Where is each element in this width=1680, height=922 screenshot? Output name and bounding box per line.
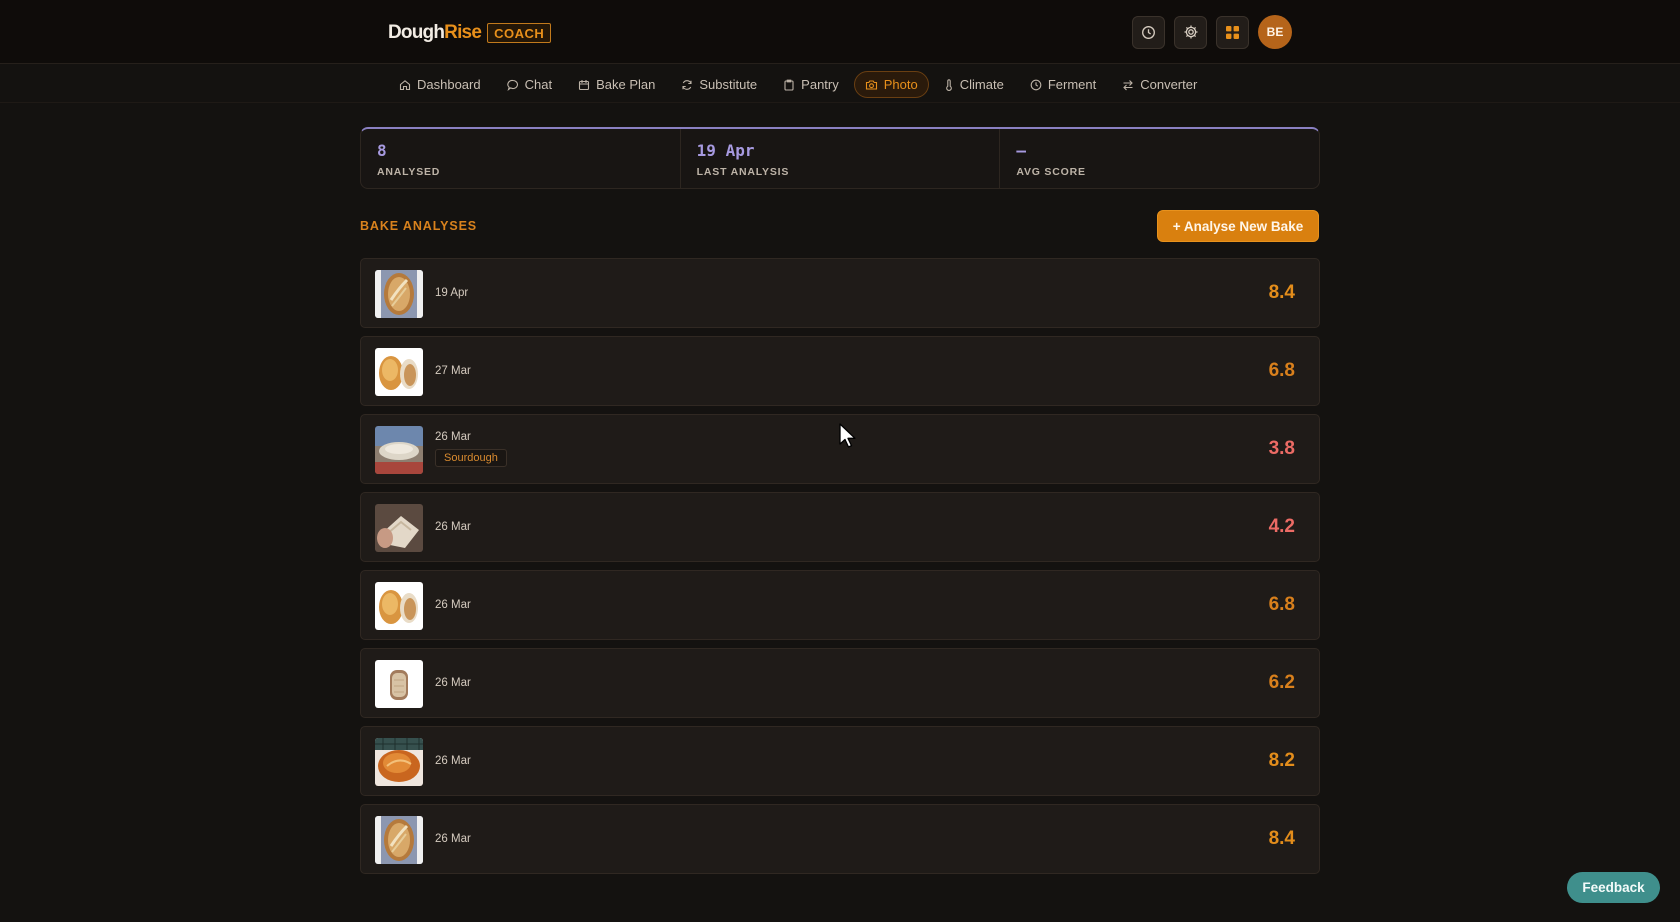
nav-label: Pantry <box>801 77 839 92</box>
stat-value: — <box>1016 141 1026 160</box>
analyse-new-bake-button[interactable]: + Analyse New Bake <box>1157 210 1319 242</box>
nav-item-pantry[interactable]: Pantry <box>772 71 850 98</box>
clock-icon <box>1030 79 1042 90</box>
scored-loaf-photo <box>375 270 423 318</box>
nav-item-photo[interactable]: Photo <box>853 71 929 98</box>
swap-icon <box>1123 79 1133 90</box>
analysis-row[interactable]: 26 Mar 6.8 <box>360 570 1320 640</box>
thermometer-icon <box>945 78 952 91</box>
settings-icon <box>1184 25 1197 39</box>
nav-label: Photo <box>883 77 918 92</box>
two-loaves-photo <box>375 582 423 630</box>
nav-item-converter[interactable]: Converter <box>1111 71 1208 98</box>
analysis-row[interactable]: 26 Mar 8.4 <box>360 804 1320 874</box>
analysis-info: 26 Mar <box>435 805 471 873</box>
analysis-row[interactable]: 26 Mar 8.2 <box>360 726 1320 796</box>
nav-items: Dashboard Chat Bake Plan Substitute Pant… <box>388 71 1208 98</box>
brand-name-part2: Rise <box>444 22 482 43</box>
nav-label: Chat <box>524 77 553 92</box>
flat-bread-outdoor-photo <box>375 426 423 474</box>
stat-analysed: 8 ANALYSED <box>361 129 681 188</box>
analysis-row[interactable]: 27 Mar 6.8 <box>360 336 1320 406</box>
nav-item-substitute[interactable]: Substitute <box>670 71 768 98</box>
nav-label: Substitute <box>699 77 758 92</box>
nav-item-dashboard[interactable]: Dashboard <box>388 71 492 98</box>
nav-label: Converter <box>1140 77 1198 92</box>
analysis-score: 8.2 <box>1268 750 1295 771</box>
camera-icon <box>865 79 877 90</box>
nav-label: Ferment <box>1047 77 1097 92</box>
analysis-info: 27 Mar <box>435 337 471 405</box>
chat-icon <box>506 79 518 91</box>
analysis-date: 26 Mar <box>435 521 471 533</box>
analysis-date: 26 Mar <box>435 677 471 689</box>
history-icon <box>1142 25 1155 39</box>
stat-label: LAST ANALYSIS <box>696 166 790 178</box>
stats-card: 8 ANALYSED 19 Apr LAST ANALYSIS — AVG SC… <box>360 127 1320 189</box>
sliced-loaf-photo <box>375 660 423 708</box>
home-icon <box>399 79 411 90</box>
nav-item-ferment[interactable]: Ferment <box>1019 71 1107 98</box>
two-loaves-photo <box>375 348 423 396</box>
analysis-score: 6.8 <box>1268 594 1295 615</box>
user-avatar[interactable]: BE <box>1258 15 1292 49</box>
analysis-info: 19 Apr <box>435 259 468 327</box>
stat-label: ANALYSED <box>377 166 441 178</box>
analysis-row[interactable]: 26 Mar 6.2 <box>360 648 1320 718</box>
analysis-score: 3.8 <box>1268 438 1295 459</box>
nav-item-bake-plan[interactable]: Bake Plan <box>567 71 666 98</box>
hand-holding-slice-photo <box>375 504 423 552</box>
analysis-info: 26 Mar Sourdough <box>435 415 507 483</box>
analysis-info: 26 Mar <box>435 649 471 717</box>
analysis-date: 27 Mar <box>435 365 471 377</box>
header-actions: BE <box>1132 15 1292 49</box>
boule-on-board-photo <box>375 738 423 786</box>
analysis-row[interactable]: 26 Mar 4.2 <box>360 492 1320 562</box>
brand-badge: COACH <box>487 23 552 43</box>
brand-logo: Dough Rise <box>388 22 482 44</box>
analysis-info: 26 Mar <box>435 493 471 561</box>
main-nav: Dashboard Chat Bake Plan Substitute Pant… <box>0 65 1680 103</box>
analysis-info: 26 Mar <box>435 727 471 795</box>
settings-button[interactable] <box>1174 15 1207 49</box>
apps-button[interactable] <box>1216 15 1249 49</box>
stat-last-analysis: 19 Apr LAST ANALYSIS <box>681 129 1001 188</box>
analyses-list: 19 Apr 8.4 27 Mar 6.8 26 Mar Sourdough 3… <box>360 258 1320 882</box>
brand[interactable]: Dough Rise COACH <box>388 22 552 44</box>
bread-type-tag: Sourdough <box>435 449 507 467</box>
analysis-score: 8.4 <box>1268 828 1295 849</box>
top-bar: Dough Rise COACH BE <box>0 0 1680 64</box>
analysis-score: 4.2 <box>1268 516 1295 537</box>
stat-avg-score: — AVG SCORE <box>1000 129 1319 188</box>
apps-grid-icon <box>1226 25 1239 39</box>
nav-item-chat[interactable]: Chat <box>496 71 563 98</box>
stat-label: AVG SCORE <box>1016 166 1086 178</box>
analysis-date: 26 Mar <box>435 431 471 443</box>
brand-name-part1: Dough <box>388 22 445 43</box>
stat-value: 19 Apr <box>696 141 755 160</box>
analysis-date: 19 Apr <box>435 287 469 299</box>
refresh-icon <box>682 79 692 90</box>
nav-label: Dashboard <box>417 77 481 92</box>
stat-value: 8 <box>377 141 387 160</box>
nav-label: Bake Plan <box>596 77 656 92</box>
clipboard-icon <box>784 79 794 91</box>
mouse-cursor-icon <box>839 423 856 448</box>
analysis-row[interactable]: 19 Apr 8.4 <box>360 258 1320 328</box>
analysis-score: 6.8 <box>1268 360 1295 381</box>
calendar-icon <box>579 79 590 90</box>
analysis-score: 8.4 <box>1268 282 1295 303</box>
analysis-info: 26 Mar <box>435 571 471 639</box>
analysis-date: 26 Mar <box>435 833 471 845</box>
feedback-button[interactable]: Feedback <box>1567 872 1660 903</box>
analysis-score: 6.2 <box>1268 672 1295 693</box>
section-title: BAKE ANALYSES <box>360 219 478 233</box>
nav-item-climate[interactable]: Climate <box>933 71 1015 98</box>
scored-loaf-photo <box>375 816 423 864</box>
nav-label: Climate <box>959 77 1004 92</box>
history-button[interactable] <box>1132 15 1165 49</box>
analysis-date: 26 Mar <box>435 599 471 611</box>
analysis-date: 26 Mar <box>435 755 471 767</box>
